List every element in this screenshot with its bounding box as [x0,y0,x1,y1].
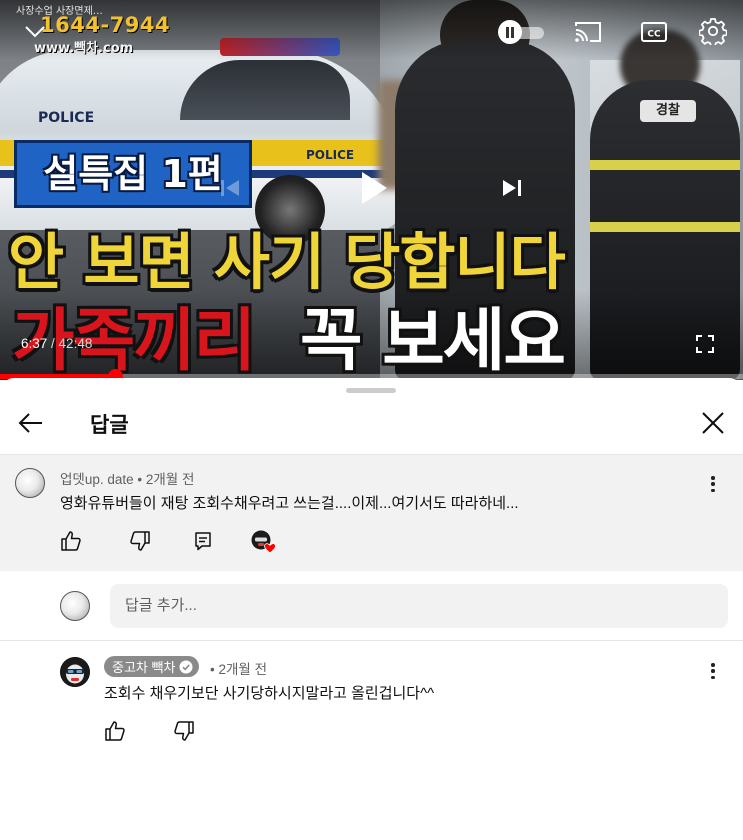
car-police-text-side: POLICE [306,148,355,162]
captions-button[interactable]: CC [638,18,670,46]
cast-icon [575,22,601,42]
next-button[interactable] [494,170,530,206]
close-icon [702,412,724,434]
panel-title: 답글 [90,413,129,437]
reply-input[interactable]: 답글 추가... [110,584,728,628]
svg-text:CC: CC [647,30,661,40]
like-icon [105,721,125,741]
comment-time: • 2개월 전 [133,472,195,487]
comment-author[interactable]: 업뎃up. date [60,472,134,487]
play-icon [362,172,387,204]
reply-like-button[interactable] [104,720,126,742]
creator-face-icon [60,657,90,687]
dislike-icon [130,531,150,551]
creator-heart [251,530,277,554]
playback-time: 6:37 / 42:48 [21,336,92,351]
vest-reflective-band [590,222,740,232]
settings-button[interactable] [697,15,729,47]
vest-label: 경찰 [640,100,696,122]
chevron-down-icon [25,26,45,38]
close-button[interactable] [698,408,728,438]
creator-badge[interactable]: 중고차 빽차 [104,656,200,677]
autoplay-toggle[interactable] [498,20,546,44]
comment-text: 영화유튜버들이 재탕 조회수채우려고 쓰는걸....이제...여기서도 따라하네… [60,495,519,512]
car-police-text: POLICE [38,110,95,126]
next-icon [503,180,521,196]
current-time: 6:37 [21,336,48,351]
video-player[interactable]: POLICE POLICE 경찰 사장수업 사장면제… 1644-7944 ww… [0,0,743,380]
reply-time: • 2개월 전 [210,662,267,677]
reply-dislike-button[interactable] [173,720,195,742]
more-icon [711,476,715,480]
time-separator: / [47,336,59,351]
previous-button[interactable] [212,170,248,206]
reply-icon [195,532,211,551]
back-button[interactable] [16,408,46,438]
fullscreen-icon [696,335,714,353]
cast-button[interactable] [572,18,604,46]
minimize-button[interactable] [20,20,50,44]
arrow-left-icon [18,413,42,433]
more-icon [711,663,715,667]
reply-text: 조회수 채우기보단 사기당하시지말라고 올린겁니다^^ [104,685,435,702]
current-user-avatar [60,591,90,621]
caption-highlight-red: 가족끼리 [12,302,256,380]
cc-icon: CC [641,22,667,42]
like-button[interactable] [60,530,82,552]
reply-menu-button[interactable] [705,660,721,682]
dislike-icon [174,721,194,741]
dislike-button[interactable] [129,530,151,552]
verified-check-icon [179,660,193,673]
previous-icon [221,180,239,196]
caption-highlight-white: 꼭 보세요 [300,302,566,380]
creator-avatar[interactable] [60,657,90,687]
play-button[interactable] [352,164,396,212]
reply-author: 중고차 빽차 [112,660,176,675]
settings-icon [699,18,727,45]
autoplay-knob [498,20,522,44]
comment-menu-button[interactable] [705,473,721,495]
like-icon [61,531,81,551]
reply-button[interactable] [192,530,214,552]
fullscreen-button[interactable] [692,332,718,356]
avatar[interactable] [15,468,45,498]
creator-heart-icon [251,530,276,554]
vest-reflective-band [590,160,740,170]
drag-handle[interactable] [346,388,396,393]
comment-meta: 업뎃up. date • 2개월 전 [60,468,194,488]
pause-icon [506,26,514,38]
video-duration: 42:48 [58,336,93,351]
overlay-phone-number: 1644-7944 [40,13,171,37]
